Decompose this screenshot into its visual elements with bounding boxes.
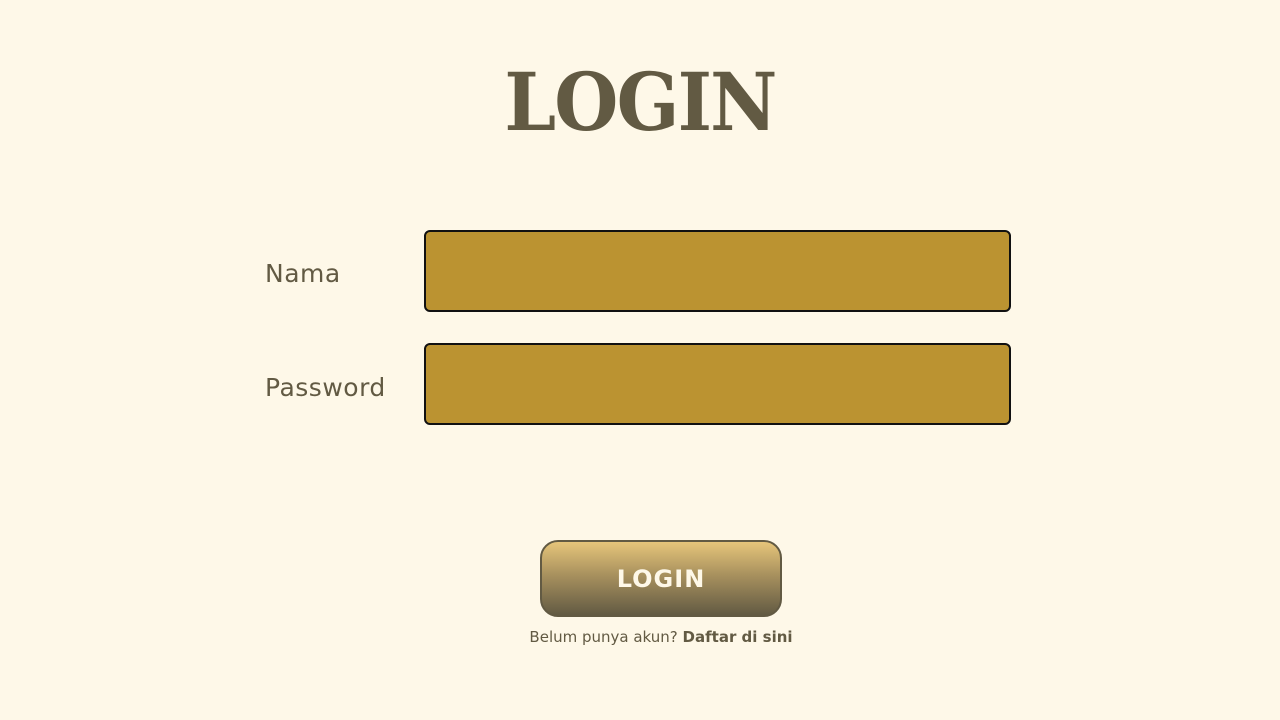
login-page: LOGIN Nama Password LOGIN Belum punya ak… [0,0,1280,720]
password-label: Password [265,373,386,402]
register-prompt-text: Belum punya akun? [529,628,678,646]
nama-label: Nama [265,259,341,288]
password-input[interactable] [424,343,1011,425]
register-prompt-row: Belum punya akun? Daftar di sini [0,628,1280,646]
nama-input[interactable] [424,230,1011,312]
login-button[interactable]: LOGIN [540,540,782,617]
register-link[interactable]: Daftar di sini [683,628,793,646]
page-title: LOGIN [504,55,777,149]
